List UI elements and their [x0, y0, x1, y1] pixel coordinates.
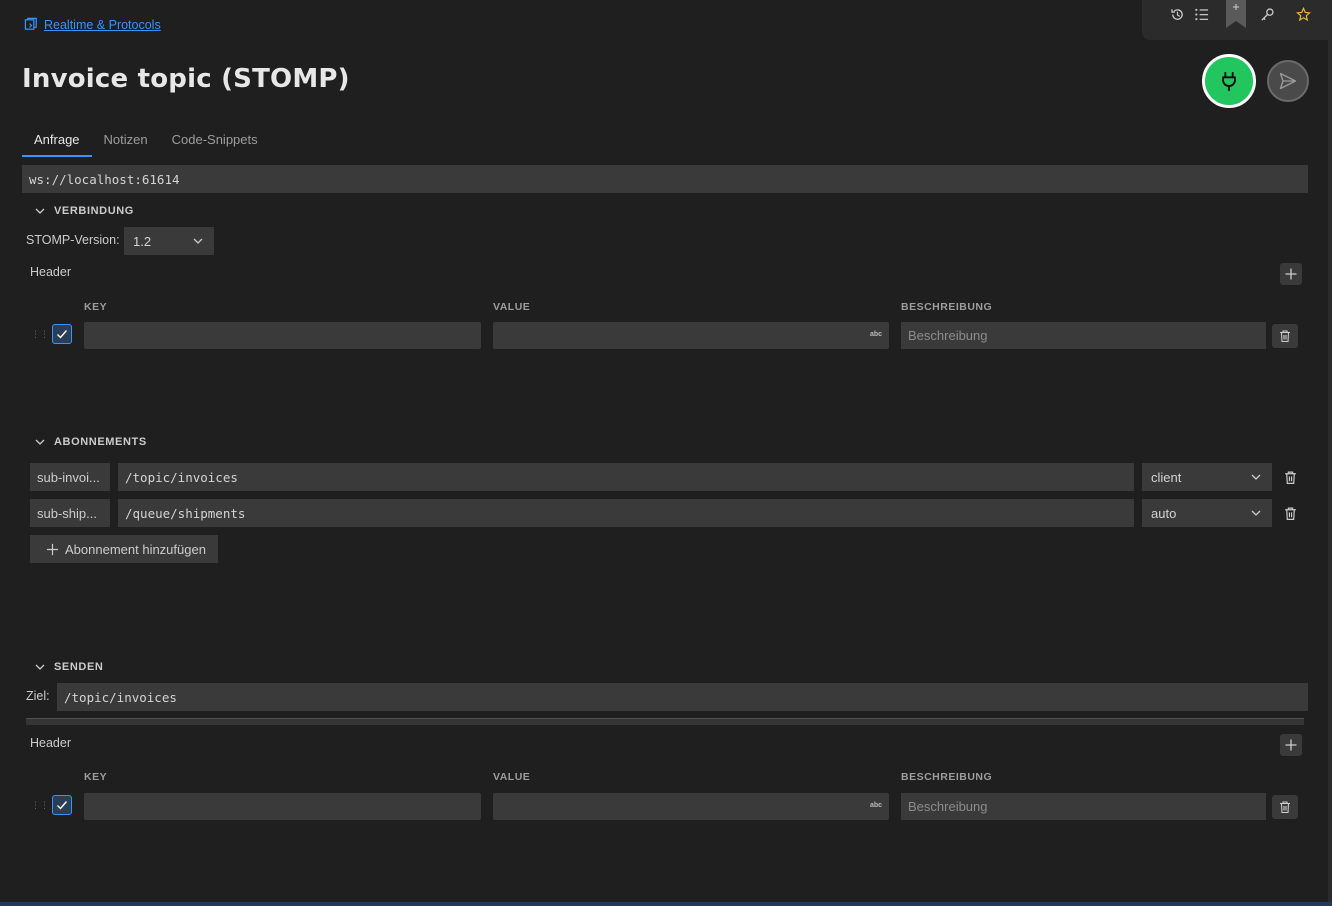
chevron-down-icon — [35, 439, 45, 445]
chevron-down-icon — [35, 664, 45, 670]
header-value-input[interactable]: abc — [493, 322, 889, 349]
plug-icon — [1222, 71, 1236, 92]
page-title: Invoice topic (STOMP) — [22, 64, 350, 94]
chevron-down-icon — [1251, 510, 1261, 516]
target-destination-input[interactable]: /topic/invoices — [57, 683, 1308, 711]
section-abonnements[interactable]: ABONNEMENTS — [34, 436, 147, 448]
tab-bar: Anfrage Notizen Code-Snippets — [22, 128, 270, 157]
add-subscription-label: Abonnement hinzufügen — [65, 541, 206, 557]
section-senden[interactable]: SENDEN — [34, 661, 103, 673]
subscription-ack-value: auto — [1151, 505, 1177, 521]
header-description-input[interactable]: Beschreibung — [901, 322, 1266, 349]
window-edge — [1328, 0, 1332, 906]
header-description-input[interactable]: Beschreibung — [901, 793, 1266, 820]
plus-icon — [46, 543, 59, 555]
abc-badge: abc — [869, 802, 882, 809]
send-button[interactable] — [1267, 60, 1309, 102]
delete-header-button[interactable] — [1272, 795, 1298, 819]
tab-anfrage[interactable]: Anfrage — [22, 128, 92, 157]
send-header-label: Header — [30, 736, 71, 750]
target-label: Ziel: — [26, 689, 50, 703]
section-abonnements-label: ABONNEMENTS — [54, 436, 147, 448]
history-icon[interactable] — [1168, 5, 1186, 23]
subscription-id-input[interactable]: sub-ship... — [30, 499, 110, 527]
header-key-input[interactable] — [84, 322, 481, 349]
description-placeholder: Beschreibung — [908, 328, 988, 343]
url-input[interactable]: ws://localhost:61614 — [22, 165, 1308, 193]
section-senden-label: SENDEN — [54, 661, 104, 673]
star-icon[interactable] — [1294, 5, 1312, 23]
breadcrumb: Realtime & Protocols — [24, 17, 161, 32]
message-body-editor[interactable] — [26, 718, 1304, 725]
subscription-destination-input[interactable]: /topic/invoices — [118, 463, 1134, 491]
trash-icon — [1284, 471, 1296, 484]
bookmark-icon[interactable] — [1226, 0, 1246, 28]
breadcrumb-link[interactable]: Realtime & Protocols — [44, 18, 161, 32]
column-value: VALUE — [493, 771, 531, 783]
column-value: VALUE — [493, 301, 531, 313]
stomp-version-value: 1.2 — [133, 233, 152, 249]
delete-subscription-button[interactable] — [1279, 466, 1301, 488]
trash-icon — [1284, 507, 1296, 520]
subscription-destination-input[interactable]: /queue/shipments — [118, 499, 1134, 527]
add-subscription-button[interactable]: Abonnement hinzufügen — [30, 535, 218, 563]
section-verbindung-label: VERBINDUNG — [54, 205, 134, 217]
delete-header-button[interactable] — [1272, 324, 1298, 348]
trash-icon — [1280, 330, 1290, 343]
column-description: BESCHREIBUNG — [901, 771, 993, 783]
column-key: KEY — [84, 771, 108, 783]
send-icon — [1279, 72, 1297, 90]
status-strip — [0, 902, 1332, 906]
add-send-header-button[interactable] — [1280, 734, 1302, 756]
connect-button[interactable] — [1202, 54, 1256, 108]
description-placeholder: Beschreibung — [908, 799, 988, 814]
subscription-id-input[interactable]: sub-invoi... — [30, 463, 110, 491]
tab-code-snippets[interactable]: Code-Snippets — [160, 128, 270, 157]
tab-notizen[interactable]: Notizen — [92, 128, 160, 157]
collection-icon — [24, 17, 37, 30]
chevron-down-icon — [193, 238, 203, 244]
check-icon — [57, 801, 68, 810]
header-value-input[interactable]: abc — [493, 793, 889, 820]
header-enabled-checkbox[interactable] — [52, 324, 72, 344]
subscription-ack-value: client — [1151, 469, 1182, 485]
section-verbindung[interactable]: VERBINDUNG — [34, 205, 134, 217]
drag-handle-icon[interactable]: ⋮⋮ — [31, 330, 49, 339]
chevron-down-icon — [1251, 474, 1261, 480]
drag-handle-icon[interactable]: ⋮⋮ — [31, 801, 49, 810]
check-icon — [57, 330, 68, 339]
chevron-down-icon — [35, 208, 45, 214]
stomp-version-label: STOMP-Version: — [26, 233, 120, 247]
delete-subscription-button[interactable] — [1279, 502, 1301, 524]
plus-icon — [1285, 268, 1297, 280]
top-toolbar — [1142, 0, 1332, 40]
stomp-version-select[interactable]: 1.2 — [124, 227, 214, 255]
column-key: KEY — [84, 301, 108, 313]
connection-header-label: Header — [30, 265, 71, 279]
trash-icon — [1280, 801, 1290, 814]
abc-badge: abc — [869, 331, 882, 338]
subscription-ack-select[interactable]: client — [1142, 463, 1272, 491]
key-icon[interactable] — [1258, 5, 1276, 23]
column-description: BESCHREIBUNG — [901, 301, 993, 313]
header-enabled-checkbox[interactable] — [52, 795, 72, 815]
subscription-ack-select[interactable]: auto — [1142, 499, 1272, 527]
header-key-input[interactable] — [84, 793, 481, 820]
plus-icon — [1285, 739, 1297, 751]
list-icon[interactable] — [1192, 5, 1210, 23]
add-connection-header-button[interactable] — [1280, 263, 1302, 285]
